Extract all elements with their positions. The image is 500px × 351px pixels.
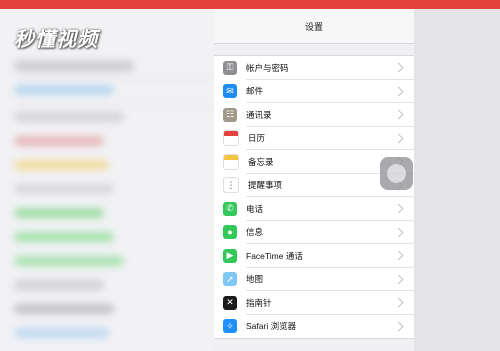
blurred-row [14,160,109,170]
settings-row-label: 日历 [248,133,266,144]
blurred-row [14,256,124,266]
settings-row[interactable]: 日历 [214,127,414,150]
compass-icon: ✕ [223,295,237,310]
calendar-icon [223,130,239,147]
chevron-right-icon [393,109,404,120]
settings-row-label: 备忘录 [248,156,274,167]
blurred-row [14,136,104,146]
chevron-right-icon [393,86,404,97]
chevron-right-icon [393,321,404,332]
reminders-icon: ⋮ [223,177,239,194]
settings-row-label: Safari 浏览器 [246,321,297,332]
mail-icon: ✉ [223,84,237,99]
settings-row-label: 帐户与密码 [246,62,289,73]
key-icon: ⚿ [223,60,237,75]
blur-divider [18,104,214,105]
settings-row[interactable]: ▶ FaceTime 通话 [214,244,414,268]
settings-row-label: FaceTime 通话 [246,250,303,261]
assistive-touch-icon [387,164,406,183]
navigation-bar: 设置 [214,9,414,44]
blurred-row [14,61,134,71]
notes-icon [223,153,239,170]
settings-row[interactable]: ✉ 邮件 [214,80,414,103]
messages-icon: ● [223,225,237,240]
blurred-row [14,112,124,122]
watermark-logo: 秒懂视频 [14,27,98,51]
blurred-row [14,280,104,290]
blurred-row [14,208,104,218]
chevron-right-icon [393,227,404,238]
settings-row-label: 提醒事项 [248,180,283,191]
facetime-icon: ▶ [223,248,237,263]
settings-row[interactable]: ✧ Safari 浏览器 [214,315,414,339]
settings-row-label: 通讯录 [246,109,272,120]
blurred-row [14,304,114,314]
blurred-row [14,328,109,338]
settings-row-label: 电话 [246,203,264,214]
top-color-strip [0,0,500,9]
settings-row-label: 地图 [246,274,264,285]
page-title: 设置 [304,21,323,32]
settings-row-label: 信息 [246,227,264,238]
right-margin [414,9,500,351]
settings-list: ⚿ 帐户与密码 ✉ 邮件 ☷ 通讯录日历备忘录 ⋮ 提醒事项 ✆ 电话 ● 信息 ▶ FaceTime 通… [214,55,414,339]
assistive-touch-button[interactable] [380,157,413,190]
settings-row[interactable]: ☷ 通讯录 [214,103,414,127]
blurred-master-pane: 秒懂视频 [0,9,214,351]
contacts-icon: ☷ [223,107,237,122]
settings-row[interactable]: ✕ 指南针 [214,291,414,315]
safari-icon: ✧ [223,319,237,334]
phone-icon: ✆ [223,201,237,216]
settings-row[interactable]: ● 信息 [214,221,414,244]
blurred-row [14,184,114,194]
chevron-right-icon [393,250,404,261]
blurred-row [14,85,114,95]
maps-icon: ➚ [223,272,237,287]
chevron-right-icon [393,203,404,214]
chevron-right-icon [393,297,404,308]
chevron-right-icon [393,274,404,285]
settings-row[interactable]: ➚ 地图 [214,268,414,291]
blur-divider [18,77,214,78]
settings-row[interactable]: ✆ 电话 [214,197,414,221]
settings-row-label: 邮件 [246,86,264,97]
settings-row[interactable]: ⚿ 帐户与密码 [214,56,414,80]
chevron-right-icon [393,62,404,73]
blurred-row [14,232,114,242]
blurred-list [0,9,214,351]
settings-row-label: 指南针 [246,297,272,308]
chevron-right-icon [393,133,404,144]
